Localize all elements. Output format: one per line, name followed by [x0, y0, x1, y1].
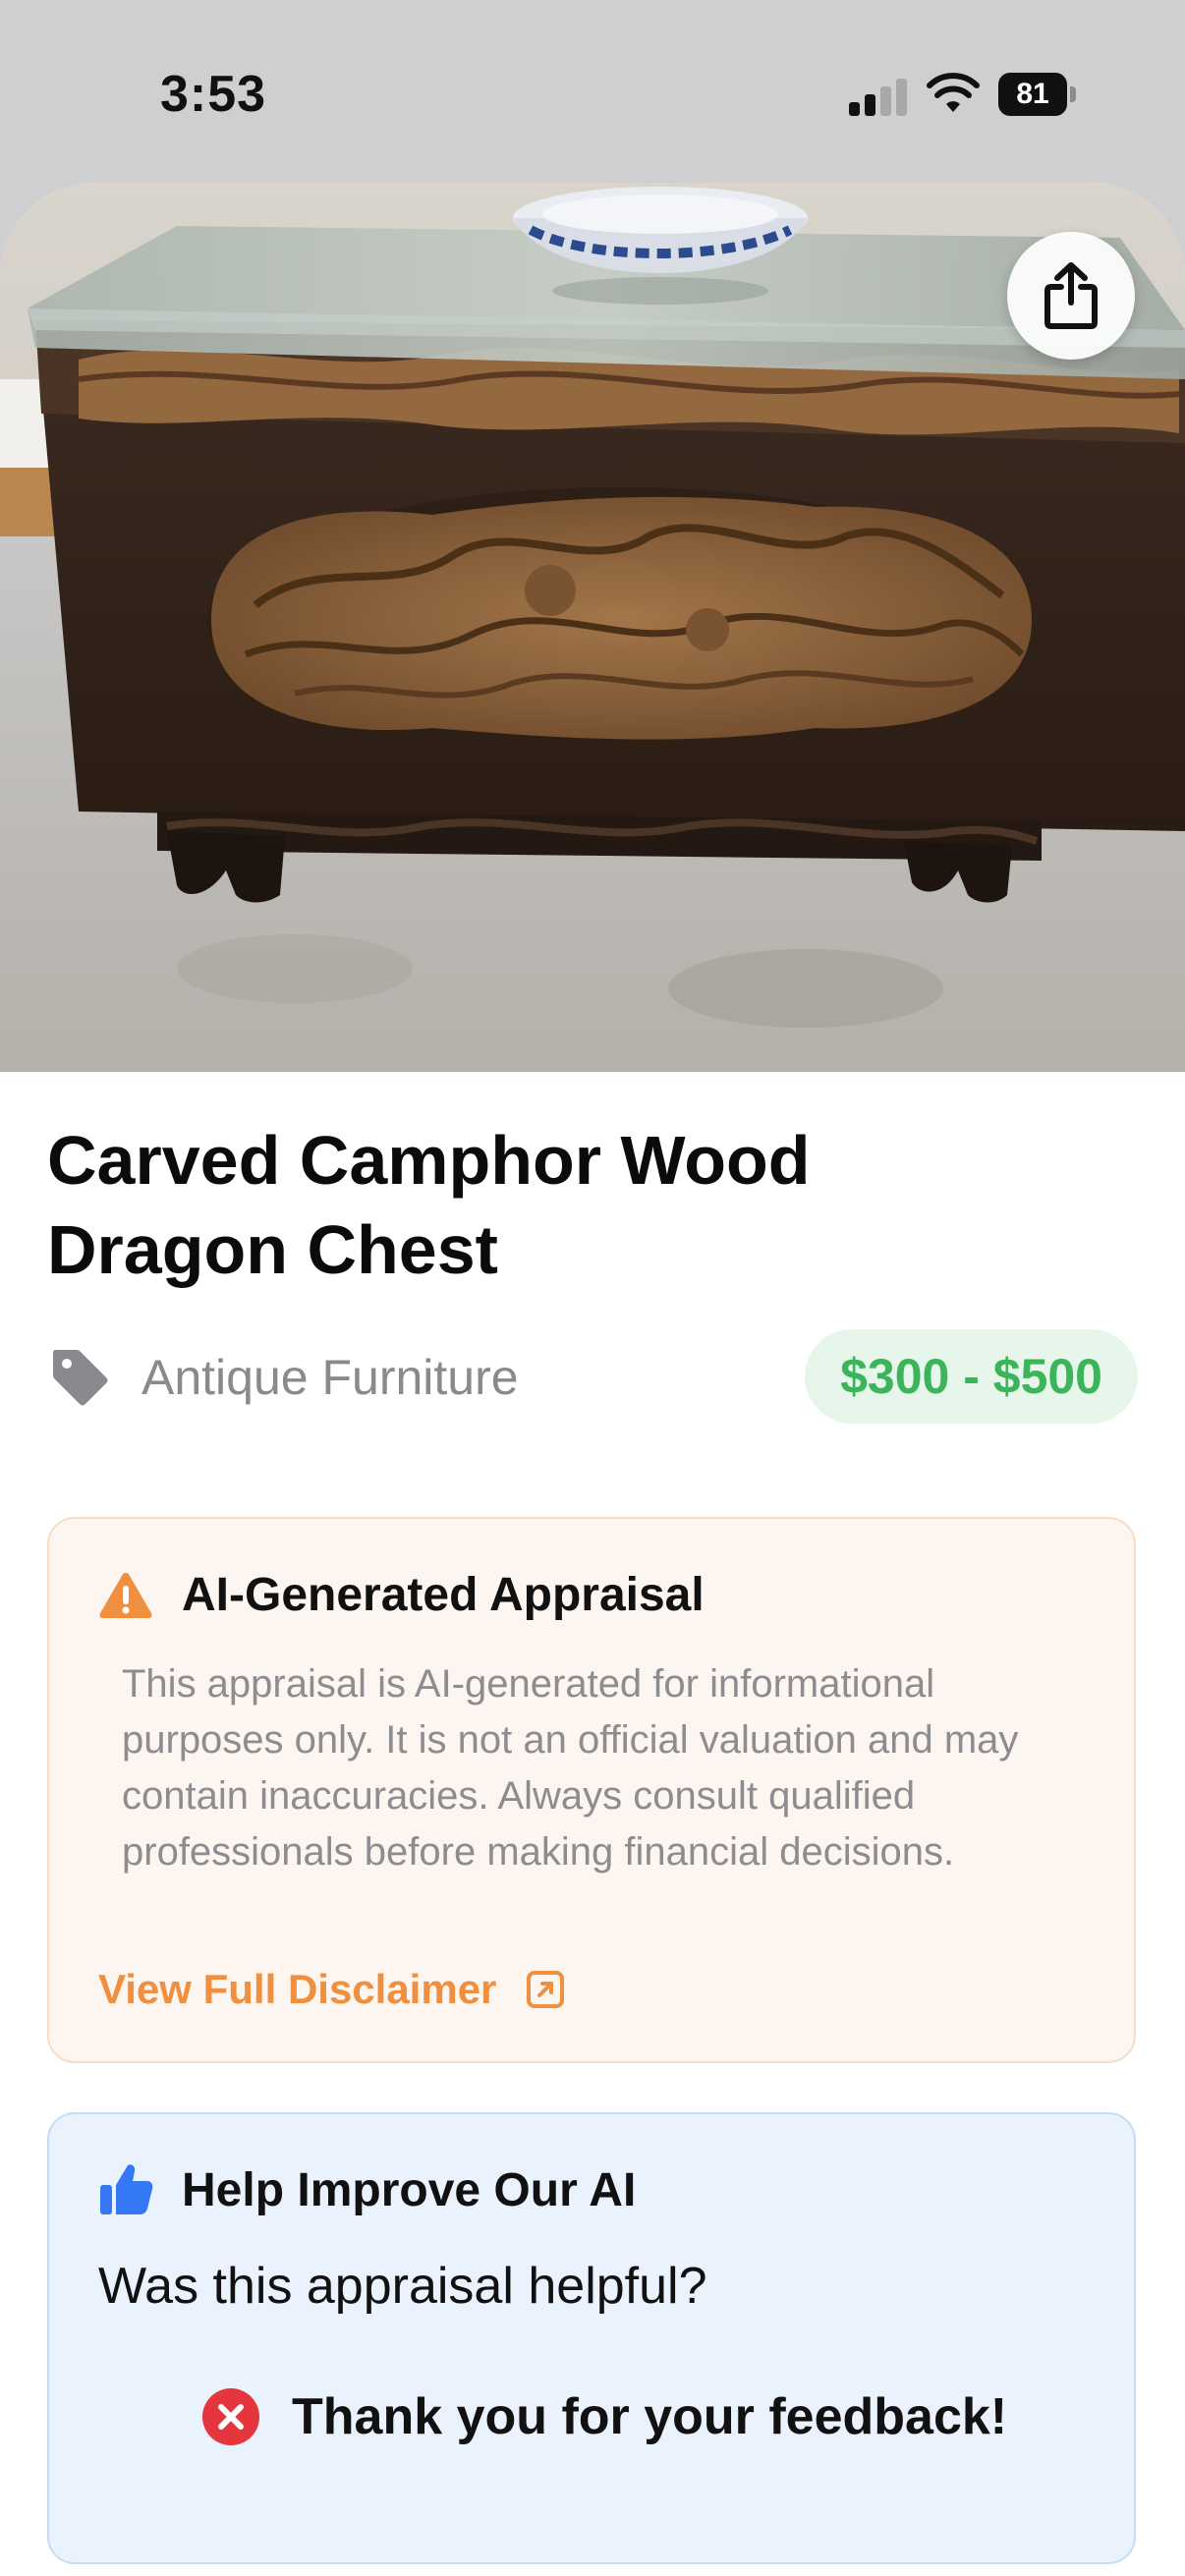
feedback-thanks-text: Thank you for your feedback! [292, 2388, 1008, 2445]
item-title: Carved Camphor Wood Dragon Chest [47, 1122, 811, 1288]
external-link-icon [527, 1971, 565, 2008]
status-time: 3:53 [160, 66, 267, 123]
wifi-icon [927, 73, 980, 112]
warning-icon [99, 1573, 152, 1618]
battery-icon: 81 [998, 73, 1077, 116]
view-full-disclaimer-link[interactable]: View Full Disclaimer [98, 1966, 565, 2013]
thumbs-up-icon [100, 2164, 153, 2214]
x-circle-icon [202, 2388, 259, 2445]
feedback-question: Was this appraisal helpful? [98, 2258, 707, 2315]
category-label: Antique Furniture [141, 1350, 519, 1405]
disclaimer-link-label: View Full Disclaimer [98, 1966, 497, 2012]
feedback-card: Help Improve Our AI Was this appraisal h… [47, 2112, 1136, 2564]
cellular-signal-icon [849, 79, 908, 116]
feedback-thanks-message: Thank you for your feedback! [201, 2387, 1007, 2446]
category-row: Antique Furniture $300 - $500 [47, 1327, 1138, 1426]
ai-disclaimer-card: AI-Generated Appraisal This appraisal is… [47, 1517, 1136, 2063]
share-button[interactable] [1007, 232, 1135, 360]
battery-level: 81 [998, 73, 1067, 116]
price-range-badge: $300 - $500 [805, 1329, 1138, 1424]
disclaimer-body: This appraisal is AI-generated for infor… [122, 1662, 1019, 1874]
tag-icon [53, 1350, 108, 1406]
status-bar: 3:53 81 [0, 0, 1185, 187]
share-icon [1044, 262, 1098, 329]
feedback-title: Help Improve Our AI [182, 2164, 637, 2216]
disclaimer-title: AI-Generated Appraisal [182, 1569, 705, 1621]
appraisal-sheet: Carved Camphor Wood Dragon Chest Antique… [0, 183, 1185, 2576]
item-photo [0, 183, 1185, 1072]
